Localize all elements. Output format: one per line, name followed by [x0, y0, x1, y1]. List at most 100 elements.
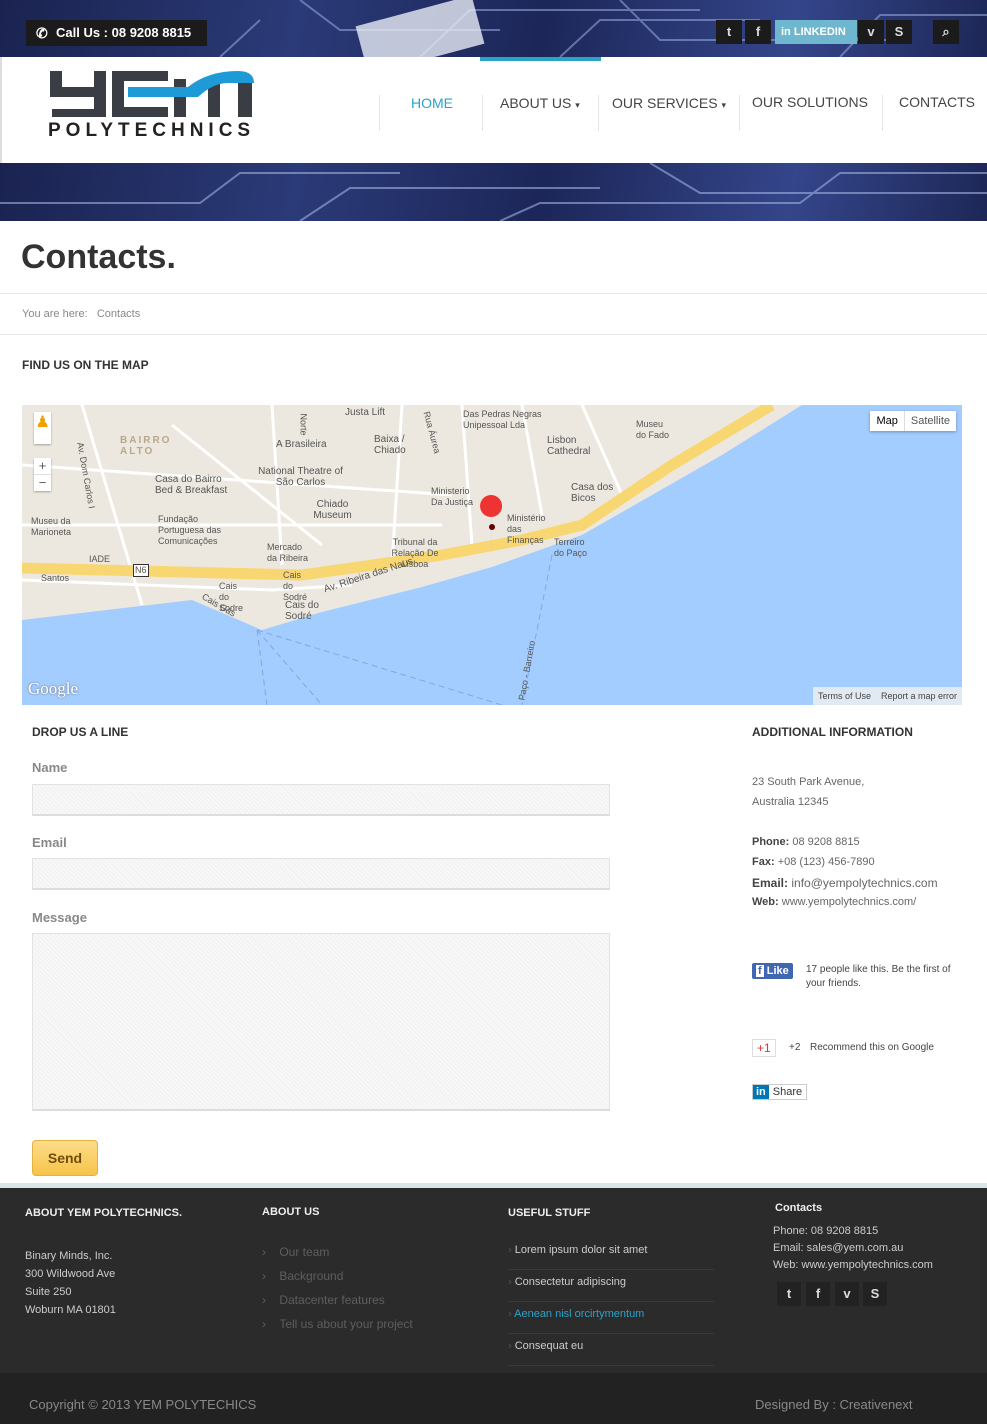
- like-label: Like: [766, 965, 789, 977]
- map-label: Fundação Portuguesa das Comunicações: [158, 514, 222, 546]
- search-icon[interactable]: ⌕: [933, 20, 959, 44]
- address-line: 23 South Park Avenue,: [752, 776, 865, 788]
- share-label: Share: [772, 1086, 803, 1098]
- circuit-pattern: [0, 163, 987, 221]
- footer-useful-link[interactable]: › Lorem ipsum dolor sit amet: [508, 1238, 714, 1270]
- email-input[interactable]: [32, 858, 610, 890]
- map-label: Norte: [298, 413, 309, 436]
- google-logo: Google: [28, 679, 79, 698]
- footer-link[interactable]: › Our team: [262, 1245, 329, 1259]
- google-plus-count: +2: [789, 1042, 801, 1053]
- map-label: Mercado da Ribeira: [267, 542, 309, 563]
- footer-facebook-icon[interactable]: f: [806, 1282, 830, 1306]
- email-label: Email:: [752, 876, 789, 890]
- map-type-satellite[interactable]: Satellite: [903, 411, 956, 431]
- page-banner: [0, 163, 987, 221]
- footer-link[interactable]: › Tell us about your project: [262, 1317, 413, 1331]
- vimeo-icon[interactable]: v: [858, 20, 884, 44]
- footer-twitter-icon[interactable]: t: [777, 1282, 801, 1306]
- send-button[interactable]: Send: [32, 1140, 98, 1176]
- map-label: Baixa / Chiado: [374, 434, 406, 456]
- breadcrumb-current[interactable]: Contacts: [97, 308, 140, 320]
- facebook-icon[interactable]: f: [745, 20, 771, 44]
- map-label: Santos: [41, 573, 70, 583]
- bottom-bar: Copyright © 2013 YEM POLYTECHICS Designe…: [0, 1373, 987, 1424]
- info-web: Web: www.yempolytechnics.com/: [752, 896, 916, 908]
- logo[interactable]: [48, 69, 260, 119]
- skype-icon[interactable]: S: [886, 20, 912, 44]
- zoom-out-button[interactable]: −: [34, 474, 51, 491]
- map-label: National Theatre of São Carlos: [258, 466, 343, 488]
- web-label: Web:: [752, 896, 779, 908]
- google-map[interactable]: BAIRRO ALTO A Brasileira Baixa / Chiado …: [22, 405, 962, 705]
- page-title: Contacts.: [21, 238, 176, 276]
- zoom-in-button[interactable]: +: [34, 458, 51, 474]
- footer-contacts-title: Contacts: [775, 1202, 823, 1214]
- nav-home[interactable]: HOME: [411, 95, 453, 111]
- footer-link-label: Aenean nisl orcirtymentum: [514, 1308, 645, 1320]
- nav-our-solutions[interactable]: OUR SOLUTIONS: [752, 94, 868, 110]
- map-type-map[interactable]: Map: [870, 411, 903, 431]
- map-label: Justa Lift: [344, 407, 387, 418]
- map-label: Ministerio Da Justiça: [431, 486, 474, 507]
- copyright: Copyright © 2013 YEM POLYTECHICS: [29, 1397, 257, 1412]
- map-label: Casa dos Bicos: [571, 482, 614, 504]
- footer: ABOUT YEM POLYTECHNICS. Binary Minds, In…: [0, 1183, 987, 1373]
- pegman-icon[interactable]: ♟: [34, 412, 51, 444]
- nav-our-services[interactable]: OUR SERVICES ▾: [612, 95, 726, 111]
- footer-link-label: Datacenter features: [279, 1293, 385, 1307]
- google-plus-button[interactable]: +1: [752, 1039, 776, 1057]
- footer-link[interactable]: › Datacenter features: [262, 1293, 385, 1307]
- call-us-text: Call Us : 08 9208 8815: [56, 25, 192, 40]
- google-plus-text: Recommend this on Google: [810, 1042, 934, 1053]
- nav-divider: [482, 95, 483, 131]
- map-label: Museu do Fado: [636, 419, 670, 440]
- form-title: DROP US A LINE: [32, 725, 129, 739]
- nav-about-us[interactable]: ABOUT US ▾: [500, 95, 580, 111]
- footer-address-line: Woburn MA 01801: [25, 1304, 116, 1316]
- call-us-badge[interactable]: ✆ Call Us : 08 9208 8815: [26, 20, 208, 46]
- chevron-down-icon: ▾: [721, 100, 726, 110]
- terms-link[interactable]: Terms of Use: [813, 687, 876, 705]
- name-input[interactable]: [32, 784, 610, 816]
- footer-link[interactable]: › Background: [262, 1269, 343, 1283]
- nav-divider: [598, 95, 599, 131]
- linkedin-button[interactable]: in LINKEDIN: [775, 20, 857, 44]
- message-textarea[interactable]: [32, 933, 610, 1111]
- facebook-icon: f: [756, 965, 764, 977]
- footer-useful-link[interactable]: › Consequat eu: [508, 1334, 714, 1366]
- nav-divider: [739, 95, 740, 131]
- map-label: Museu da Marioneta: [31, 516, 72, 537]
- breadcrumb-label: You are here:: [22, 308, 88, 320]
- email-value[interactable]: info@yempolytechnics.com: [791, 876, 937, 890]
- twitter-icon[interactable]: t: [716, 20, 742, 44]
- footer-link-label: Consectetur adipiscing: [514, 1276, 627, 1288]
- linkedin-share-button[interactable]: in Share: [752, 1084, 808, 1100]
- message-label: Message: [32, 910, 87, 925]
- report-error-link[interactable]: Report a map error: [876, 687, 962, 705]
- nav-label: OUR SERVICES: [612, 95, 718, 111]
- top-banner: ✆ Call Us : 08 9208 8815 t f in LINKEDIN …: [0, 0, 987, 57]
- footer-useful-link[interactable]: › Aenean nisl orcirtymentum: [508, 1302, 714, 1334]
- info-phone: Phone: 08 9208 8815: [752, 836, 860, 848]
- designed-by[interactable]: Designed By : Creativenext: [755, 1397, 913, 1412]
- web-value[interactable]: www.yempolytechnics.com/: [782, 896, 917, 908]
- zoom-control: + −: [34, 458, 51, 491]
- map-type-control: Map Satellite: [870, 411, 956, 431]
- facebook-like-button[interactable]: f Like: [752, 963, 793, 979]
- footer-useful-link[interactable]: › Consectetur adipiscing: [508, 1270, 714, 1302]
- email-label: Email: [32, 835, 67, 850]
- info-fax: Fax: +08 (123) 456-7890: [752, 856, 875, 868]
- map-label: A Brasileira: [276, 439, 327, 450]
- footer-skype-icon[interactable]: S: [863, 1282, 887, 1306]
- map-attribution: Terms of Use Report a map error: [812, 687, 962, 705]
- footer-vimeo-icon[interactable]: v: [835, 1282, 859, 1306]
- divider: [0, 334, 987, 335]
- footer-about-title: ABOUT YEM POLYTECHNICS.: [25, 1207, 183, 1219]
- footer-address-line: 300 Wildwood Ave: [25, 1268, 116, 1280]
- nav-contacts[interactable]: CONTACTS: [899, 94, 975, 110]
- map-label: Das Pedras Negras Unipessoal Lda: [463, 409, 542, 430]
- footer-address-line: Suite 250: [25, 1286, 72, 1298]
- footer-address-line: Binary Minds, Inc.: [25, 1250, 113, 1262]
- map-label: Chiado Museum: [313, 499, 352, 521]
